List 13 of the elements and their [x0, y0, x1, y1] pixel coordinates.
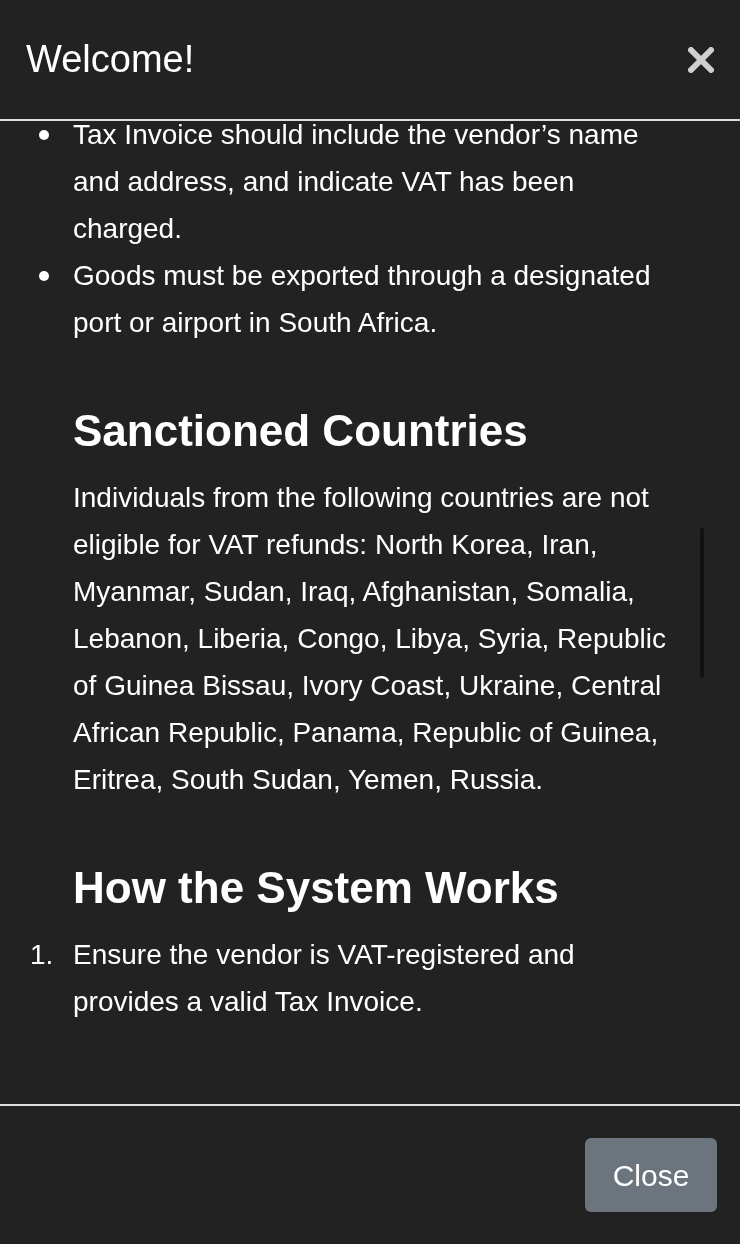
section-heading: Sanctioned Countries	[73, 405, 529, 457]
list-number: 1.	[30, 939, 54, 970]
dialog-title: Welcome!	[26, 37, 195, 82]
close-icon	[688, 46, 714, 73]
close-text-button[interactable]: Close	[585, 1138, 717, 1212]
close-button[interactable]	[686, 44, 716, 75]
section-heading: How the System Works	[73, 862, 560, 914]
list-item-text: Ensure the vendor is VAT-registered and provides a valid Tax Invoice.	[73, 938, 576, 1019]
bullet-text: Tax Invoice should include the vendor’s name and address, and indicate VAT has been charged.	[73, 121, 640, 246]
paragraph: Individuals from the following countries are not eligible for VAT refunds: North Korea, Iran, Myanmar, Sudan, Iraq, Afghanistan, Somalia, Lebanon, Liberia, Congo, Libya, Syria, Republic of Guinea Bissau, Ivory Coast, Ukraine, Central African Republic, Panama, Republic of Guinea, Eritrea, South Sudan, Yemen, Russia.	[73, 481, 668, 797]
bullet-icon	[39, 130, 49, 140]
bullet-icon	[39, 271, 49, 281]
bullet-text: Goods must be exported through a designated port or airport in South Africa.	[73, 259, 652, 340]
